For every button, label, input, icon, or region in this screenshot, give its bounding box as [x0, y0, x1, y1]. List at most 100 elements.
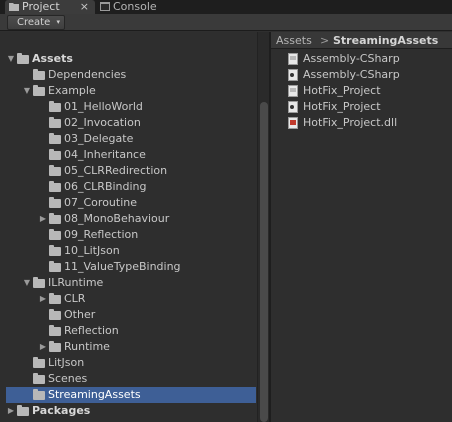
- console-icon: [100, 2, 110, 11]
- tree-item-label: LitJson: [48, 356, 85, 369]
- folder-icon: [33, 69, 45, 80]
- expanded-arrow-icon[interactable]: ▼: [22, 275, 32, 291]
- tree-item-dependencies[interactable]: Dependencies: [0, 67, 258, 83]
- folder-icon: [49, 117, 61, 128]
- folder-icon: [49, 309, 61, 320]
- collapsed-arrow-icon[interactable]: ▶: [38, 291, 48, 307]
- tree-item-06-clrbinding[interactable]: 06_CLRBinding: [0, 179, 258, 195]
- tree-item-label: 02_Invocation: [64, 116, 141, 129]
- tree-item-label: Packages: [32, 404, 91, 417]
- file-text-icon: [288, 85, 298, 97]
- breadcrumb-current[interactable]: StreamingAssets: [333, 32, 438, 48]
- folder-icon: [49, 245, 61, 256]
- folder-icon: [33, 85, 45, 96]
- tree-item-label: 09_Reflection: [64, 228, 139, 241]
- tab-project[interactable]: Project ×: [5, 0, 95, 14]
- folder-tree-panel: ▼ Assets Dependencies ▼ Example 01_HelloWorld…: [0, 32, 269, 422]
- tree-item-label: 05_CLRRedirection: [64, 164, 168, 177]
- tree-item-label: Scenes: [48, 372, 88, 385]
- tree-item-label: 01_HelloWorld: [64, 100, 143, 113]
- file-dll-icon: [288, 117, 298, 129]
- tree-item-04-inheritance[interactable]: 04_Inheritance: [0, 147, 258, 163]
- file-pdb-icon: [288, 101, 298, 113]
- folder-icon: [9, 3, 19, 11]
- asset-list-panel: Assets > StreamingAssets Assembly-CSharp…: [271, 32, 452, 422]
- tree-scrollbar[interactable]: [257, 32, 269, 422]
- tree-item-label: StreamingAssets: [48, 388, 141, 401]
- tree-item-label: 07_Coroutine: [64, 196, 137, 209]
- tree-item-other[interactable]: Other: [0, 307, 258, 323]
- expanded-arrow-icon[interactable]: ▼: [22, 83, 32, 99]
- tree-item-02-invocation[interactable]: 02_Invocation: [0, 115, 258, 131]
- tree-item-scenes[interactable]: Scenes: [0, 371, 258, 387]
- folder-icon: [17, 53, 29, 64]
- tree-item-07-coroutine[interactable]: 07_Coroutine: [0, 195, 258, 211]
- tree-item-label: 06_CLRBinding: [64, 180, 147, 193]
- folder-icon: [49, 165, 61, 176]
- tree-item-assets[interactable]: ▼ Assets: [0, 51, 258, 67]
- toolbar: Create ▾: [0, 14, 452, 31]
- chevron-down-icon: ▾: [56, 18, 60, 26]
- tree-item-08-monobehaviour[interactable]: ▶ 08_MonoBehaviour: [0, 211, 258, 227]
- folder-icon: [33, 389, 45, 400]
- folder-icon: [17, 405, 29, 416]
- tree-item-11-valuetypebinding[interactable]: 11_ValueTypeBinding: [0, 259, 258, 275]
- folder-icon: [49, 341, 61, 352]
- folder-icon: [49, 181, 61, 192]
- tree-item-label: 08_MonoBehaviour: [64, 212, 170, 225]
- tree-item-label: Runtime: [64, 340, 110, 353]
- tree-item-05-clrredirection[interactable]: 05_CLRRedirection: [0, 163, 258, 179]
- asset-file-label: HotFix_Project.dll: [303, 116, 398, 129]
- collapsed-arrow-icon[interactable]: ▶: [38, 339, 48, 355]
- asset-file-label: Assembly-CSharp: [303, 68, 400, 81]
- tree-item-packages[interactable]: ▶ Packages: [0, 403, 258, 419]
- tree-item-03-delegate[interactable]: 03_Delegate: [0, 131, 258, 147]
- collapsed-arrow-icon[interactable]: ▶: [38, 211, 48, 227]
- tree-item-10-litjson[interactable]: 10_LitJson: [0, 243, 258, 259]
- create-button[interactable]: Create ▾: [7, 15, 65, 30]
- breadcrumb: Assets > StreamingAssets: [271, 32, 452, 49]
- folder-icon: [49, 293, 61, 304]
- tree-item-01-helloworld[interactable]: 01_HelloWorld: [0, 99, 258, 115]
- folder-icon: [49, 149, 61, 160]
- folder-icon: [49, 101, 61, 112]
- tab-project-label: Project: [22, 0, 60, 13]
- folder-icon: [49, 325, 61, 336]
- folder-icon: [49, 261, 61, 272]
- tree-item-09-reflection[interactable]: 09_Reflection: [0, 227, 258, 243]
- tree-item-runtime[interactable]: ▶ Runtime: [0, 339, 258, 355]
- tree-item-streamingassets[interactable]: StreamingAssets: [6, 387, 256, 403]
- close-icon[interactable]: ×: [80, 0, 89, 13]
- scrollbar-thumb[interactable]: [260, 102, 268, 422]
- folder-icon: [49, 133, 61, 144]
- tree-item-clr[interactable]: ▶ CLR: [0, 291, 258, 307]
- folder-icon: [33, 357, 45, 368]
- tree-item-reflection[interactable]: Reflection: [0, 323, 258, 339]
- tab-console-label: Console: [113, 0, 157, 13]
- tree-item-label: 10_LitJson: [64, 244, 120, 257]
- tree-item-label: 11_ValueTypeBinding: [64, 260, 181, 273]
- tab-bar: Project × Console: [0, 0, 452, 14]
- folder-icon: [33, 277, 45, 288]
- tree-item-example[interactable]: ▼ Example: [0, 83, 258, 99]
- collapsed-arrow-icon[interactable]: ▶: [6, 403, 16, 419]
- file-pdb-icon: [288, 69, 298, 81]
- tree-item-label: Reflection: [64, 324, 119, 337]
- breadcrumb-separator: >: [320, 34, 330, 47]
- tree-item-label: Example: [48, 84, 96, 97]
- tree-item-ilruntime[interactable]: ▼ ILRuntime: [0, 275, 258, 291]
- asset-file-label: HotFix_Project: [303, 100, 381, 113]
- folder-icon: [49, 213, 61, 224]
- tree-item-litjson[interactable]: LitJson: [0, 355, 258, 371]
- breadcrumb-root[interactable]: Assets: [276, 32, 312, 48]
- tab-console[interactable]: Console: [96, 0, 176, 14]
- tree-item-label: 04_Inheritance: [64, 148, 146, 161]
- asset-file-label: Assembly-CSharp: [303, 52, 400, 65]
- tree-item-label: ILRuntime: [48, 276, 104, 289]
- tree-item-label: Assets: [32, 52, 73, 65]
- folder-icon: [33, 373, 45, 384]
- tree-item-label: 03_Delegate: [64, 132, 134, 145]
- tree-item-label: Dependencies: [48, 68, 127, 81]
- expanded-arrow-icon[interactable]: ▼: [6, 51, 16, 67]
- folder-icon: [49, 229, 61, 240]
